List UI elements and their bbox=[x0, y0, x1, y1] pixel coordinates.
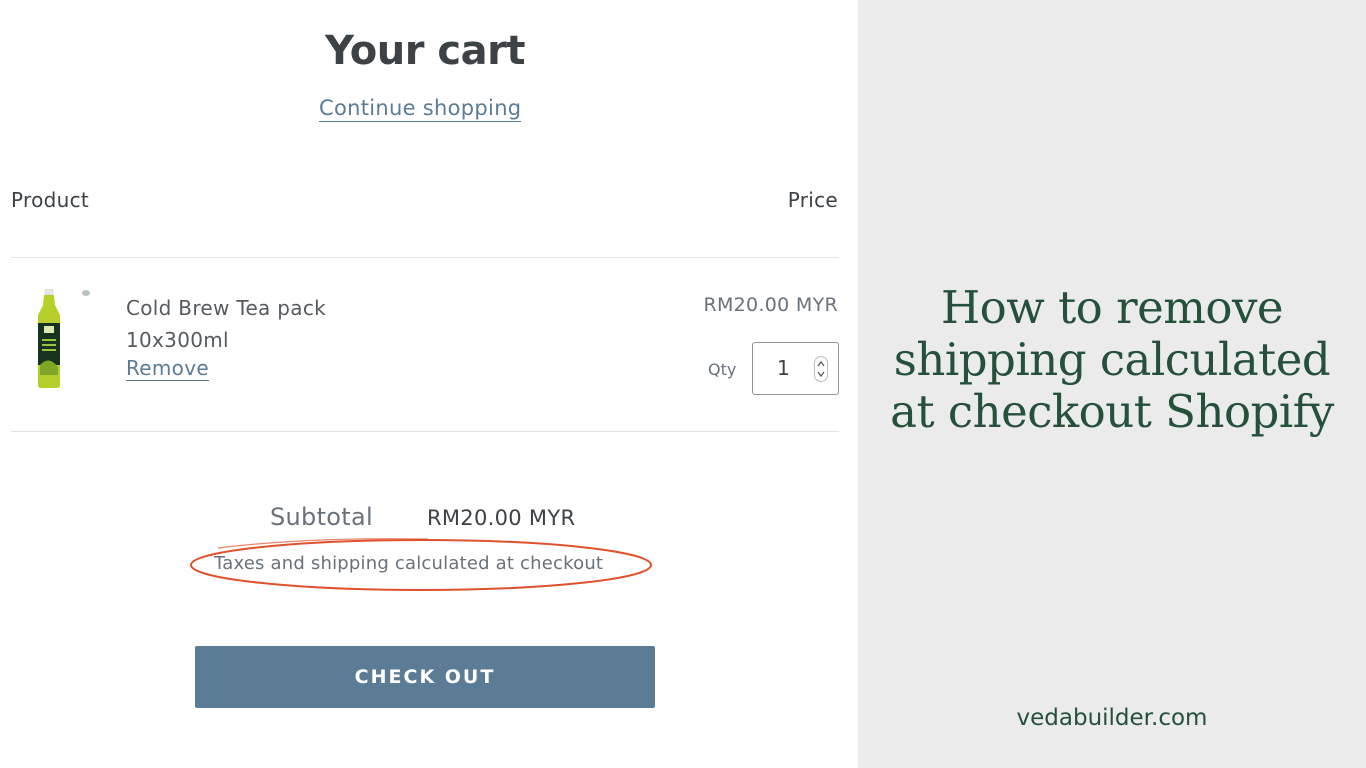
tax-shipping-note: Taxes and shipping calculated at checkou… bbox=[214, 553, 604, 574]
site-name: vedabuilder.com bbox=[1016, 705, 1208, 731]
headline-line: How to remove bbox=[940, 281, 1284, 334]
column-header-price: Price bbox=[787, 188, 838, 212]
divider bbox=[11, 257, 839, 258]
column-header-product: Product bbox=[11, 188, 90, 212]
quantity-label: Qty bbox=[708, 360, 737, 379]
subtotal-label: Subtotal bbox=[270, 503, 373, 531]
checkout-button[interactable]: CHECK OUT bbox=[195, 646, 655, 708]
quantity-value: 1 bbox=[777, 356, 790, 380]
thumbnail-badge-icon bbox=[82, 290, 90, 296]
divider bbox=[11, 431, 839, 432]
item-price: RM20.00 MYR bbox=[703, 294, 838, 316]
cart-panel: Your cart Continue shopping Product Pric… bbox=[0, 0, 858, 768]
product-thumbnail[interactable] bbox=[34, 289, 64, 389]
headline-line: at checkout Shopify bbox=[890, 385, 1334, 438]
quantity-input[interactable]: 1 bbox=[752, 342, 839, 395]
product-variant: 10x300ml bbox=[126, 328, 229, 352]
quantity-stepper-icon[interactable] bbox=[814, 356, 828, 382]
page-title: Your cart bbox=[325, 28, 525, 74]
product-title[interactable]: Cold Brew Tea pack 10x300ml bbox=[126, 292, 386, 356]
product-title-line: Cold Brew Tea pack bbox=[126, 296, 326, 320]
subtotal-value: RM20.00 MYR bbox=[427, 506, 576, 530]
continue-shopping-link[interactable]: Continue shopping bbox=[319, 96, 522, 122]
headline-line: shipping calculated bbox=[893, 333, 1331, 386]
article-headline: How to remove shipping calculated at che… bbox=[858, 282, 1366, 438]
remove-item-link[interactable]: Remove bbox=[126, 356, 209, 381]
